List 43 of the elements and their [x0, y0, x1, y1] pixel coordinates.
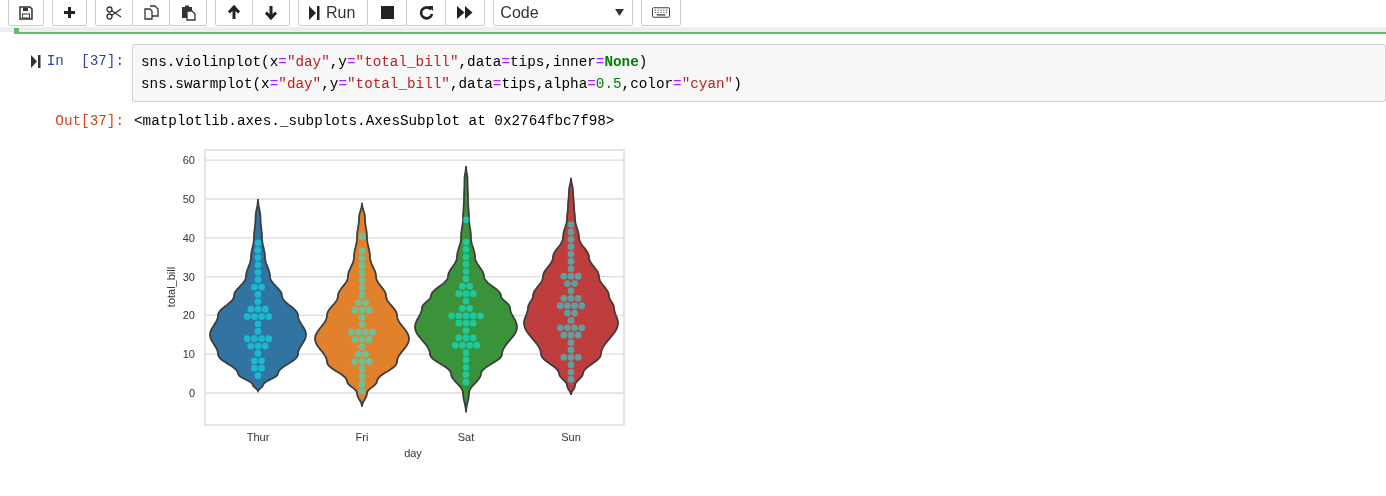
run-all-button[interactable]	[445, 0, 486, 26]
arrow-down-icon	[264, 5, 278, 20]
y-tick-label: 60	[182, 154, 195, 167]
fast-forward-icon	[457, 6, 474, 19]
move-up-button[interactable]	[215, 0, 253, 26]
y-tick-label: 30	[182, 270, 195, 283]
x-tick-label: Fri	[355, 431, 369, 443]
code-editor[interactable]: sns.violinplot(x="day",y="total_bill",data=tips,inner=None) sns.swarmplot(x="day",y="total_bill",data=tips,alpha=0.5,color="cyan")	[132, 44, 1386, 102]
caret-icon	[615, 9, 625, 16]
x-tick-label: Sat	[457, 431, 475, 443]
code-line: sns.swarmplot(x="day",y="total_bill",data=tips,alpha=0.5,color="cyan")	[141, 75, 743, 94]
scissors-icon	[106, 5, 122, 20]
y-tick-label: 20	[182, 309, 195, 322]
cell-type-dropdown[interactable]: Code	[493, 0, 634, 26]
output-prompt: Out[37]:	[55, 113, 124, 129]
run-button[interactable]: Run	[298, 0, 369, 26]
save-icon	[19, 5, 33, 20]
restart-icon	[418, 5, 434, 20]
code-line: sns.violinplot(x="day",y="total_bill",data=tips,inner=None)	[141, 53, 649, 72]
plus-icon	[63, 6, 76, 19]
y-axis-label: total_bill	[165, 266, 177, 308]
arrow-up-icon	[227, 5, 241, 20]
keyboard-icon	[652, 7, 671, 18]
step-icon	[309, 5, 320, 20]
copy-icon	[143, 5, 159, 20]
y-tick-label: 0	[188, 387, 195, 399]
stop-icon	[380, 6, 394, 19]
y-tick-label: 10	[182, 348, 195, 361]
cut-button[interactable]	[95, 0, 133, 26]
x-tick-label: Sun	[561, 431, 581, 443]
x-axis-label: day	[404, 447, 422, 459]
add-cell-button[interactable]	[52, 0, 87, 26]
move-down-button[interactable]	[252, 0, 290, 26]
save-button[interactable]	[8, 0, 44, 26]
paste-icon	[180, 4, 196, 21]
paste-button[interactable]	[169, 0, 207, 26]
output-text: <matplotlib.axes._subplots.AxesSubplot at 0x2764fbc7f98>	[134, 112, 615, 131]
x-tick-label: Thur	[246, 431, 270, 443]
keyboard-button[interactable]	[641, 0, 682, 26]
y-tick-label: 50	[182, 193, 195, 205]
input-prompt: In [37]:	[46, 53, 124, 69]
y-tick-label: 40	[182, 231, 195, 244]
step-icon	[30, 54, 41, 68]
